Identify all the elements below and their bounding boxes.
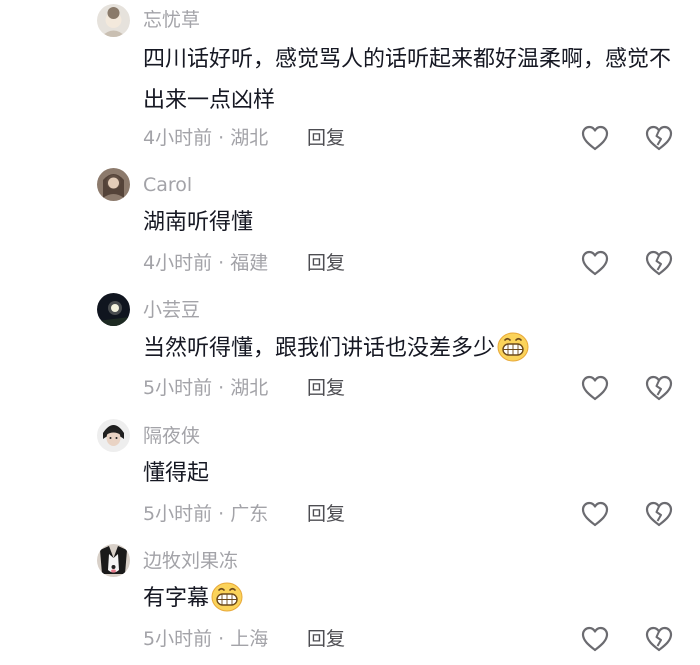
heart-outline-icon[interactable]	[580, 625, 610, 653]
username[interactable]: 隔夜侠	[143, 424, 200, 448]
heart-outline-icon[interactable]	[580, 249, 610, 277]
grinning-face-emoji	[211, 582, 243, 612]
avatar[interactable]	[97, 168, 130, 201]
reply-button[interactable]: 回复	[307, 251, 345, 275]
grinning-face-emoji	[497, 332, 529, 362]
comment-text: 有字幕	[143, 578, 683, 619]
comment-meta: 4小时前 · 湖北	[143, 127, 269, 149]
comment-text: 懂得起	[143, 461, 210, 486]
comment-text: 湖南听得懂	[143, 210, 254, 235]
reply-button[interactable]: 回复	[307, 627, 345, 651]
broken-heart-outline-icon[interactable]	[644, 374, 674, 402]
comment-meta: 5小时前 · 广东	[143, 503, 269, 525]
comment-meta: 5小时前 · 上海	[143, 628, 269, 650]
comment-text: 当然听得懂，跟我们讲话也没差多少	[143, 328, 683, 369]
comment-text: 四川话好听，感觉骂人的话听起来都好温柔啊，感觉不出来一点凶样	[143, 47, 672, 113]
comment-text-content: 当然听得懂，跟我们讲话也没差多少	[143, 336, 496, 361]
username[interactable]: Carol	[143, 173, 192, 197]
username[interactable]: 忘忧草	[143, 8, 200, 32]
avatar[interactable]	[97, 293, 130, 326]
username[interactable]: 小芸豆	[143, 298, 200, 322]
comment-meta: 5小时前 · 湖北	[143, 377, 269, 399]
broken-heart-outline-icon[interactable]	[644, 124, 674, 152]
comment-meta: 4小时前 · 福建	[143, 252, 269, 274]
heart-outline-icon[interactable]	[580, 500, 610, 528]
reply-button[interactable]: 回复	[307, 126, 345, 150]
avatar[interactable]	[97, 544, 130, 577]
username[interactable]: 边牧刘果冻	[143, 549, 238, 573]
heart-outline-icon[interactable]	[580, 374, 610, 402]
avatar[interactable]	[97, 4, 130, 37]
broken-heart-outline-icon[interactable]	[644, 500, 674, 528]
broken-heart-outline-icon[interactable]	[644, 249, 674, 277]
comment-text-content: 有字幕	[143, 586, 210, 611]
reply-button[interactable]: 回复	[307, 502, 345, 526]
broken-heart-outline-icon[interactable]	[644, 625, 674, 653]
heart-outline-icon[interactable]	[580, 124, 610, 152]
avatar[interactable]	[97, 419, 130, 452]
reply-button[interactable]: 回复	[307, 376, 345, 400]
